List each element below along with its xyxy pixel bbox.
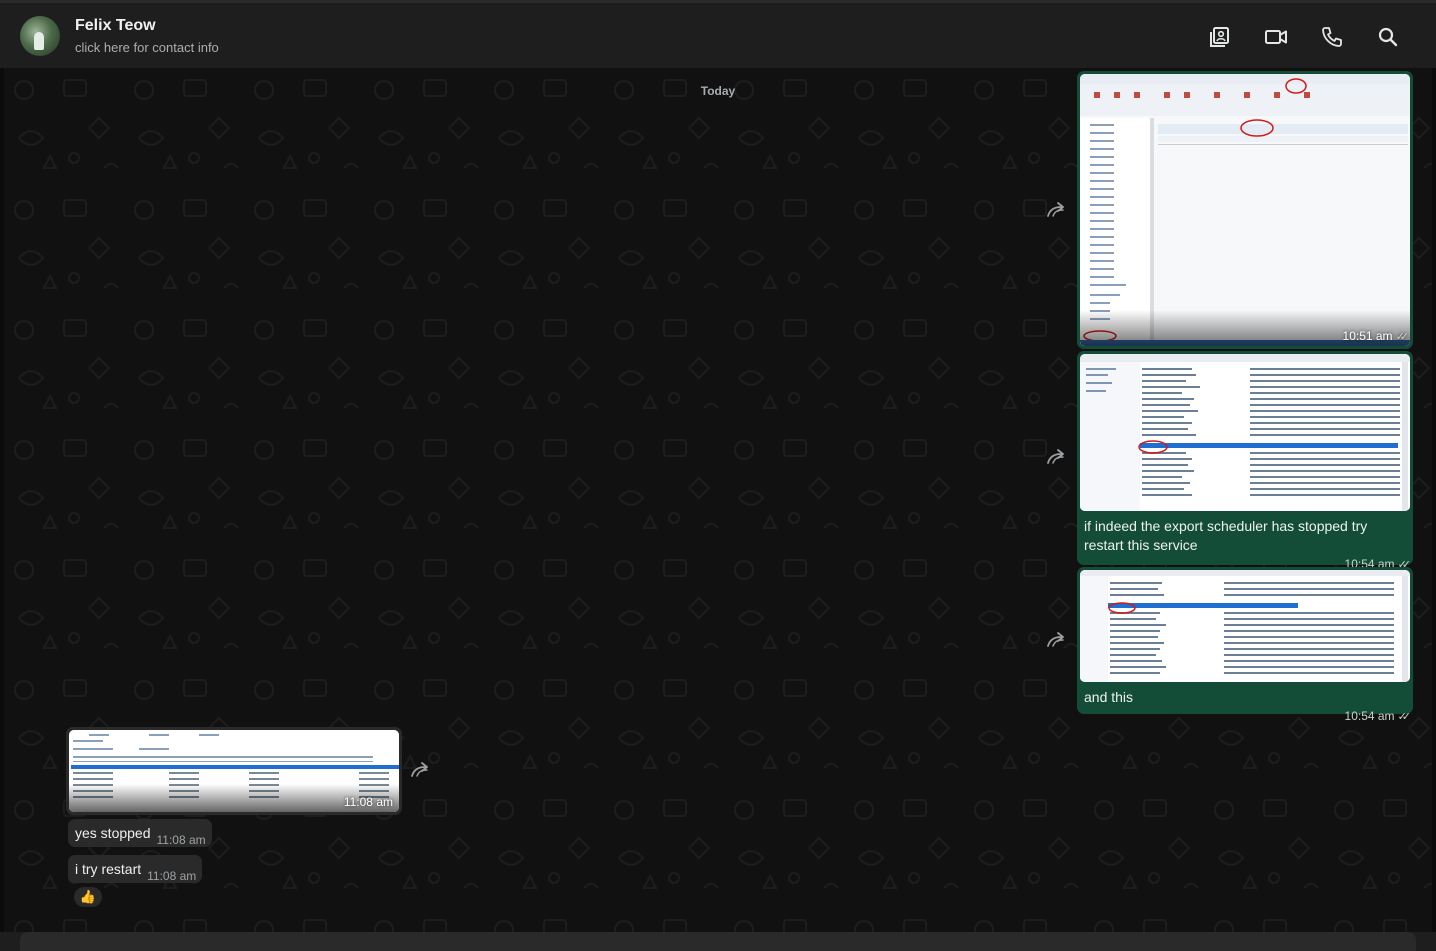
incoming-text-message[interactable]: yes stopped 11:08 am <box>68 819 212 847</box>
forward-icon[interactable] <box>410 762 432 778</box>
reaction-badge[interactable]: 👍 <box>74 887 102 907</box>
chat-header: Felix Teow click here for contact info <box>0 0 1436 68</box>
message-caption: and this <box>1084 689 1134 705</box>
message-time: 10:54 am ✓✓ <box>1344 709 1412 723</box>
outgoing-image-message[interactable]: 10:51 am ✓✓ <box>1077 71 1413 349</box>
message-caption: if indeed the export scheduler has stopp… <box>1084 518 1368 553</box>
contact-info-link[interactable]: click here for contact info <box>75 40 219 55</box>
forward-icon[interactable] <box>1046 632 1068 648</box>
video-call-icon[interactable] <box>1264 25 1288 49</box>
contact-name[interactable]: Felix Teow <box>75 17 156 35</box>
image-thumbnail[interactable]: 11:08 am <box>69 730 399 812</box>
contact-avatar[interactable] <box>20 16 60 56</box>
gallery-icon[interactable] <box>1208 25 1232 49</box>
incoming-text-message[interactable]: i try restart 11:08 am <box>68 855 203 883</box>
forward-icon[interactable] <box>1046 202 1068 218</box>
message-text: i try restart <box>75 861 142 877</box>
composer-area <box>0 932 1436 951</box>
date-divider: Today <box>700 84 736 98</box>
message-time: 11:08 am <box>343 795 393 809</box>
image-thumbnail[interactable] <box>1080 570 1410 682</box>
message-time: 10:51 am ✓✓ <box>1342 329 1410 343</box>
message-text: yes stopped <box>75 825 151 841</box>
phone-icon[interactable] <box>1320 25 1344 49</box>
search-icon[interactable] <box>1376 25 1400 49</box>
read-receipt-icon: ✓✓ <box>1395 331 1410 343</box>
incoming-image-message[interactable]: 11:08 am <box>66 727 402 815</box>
forward-icon[interactable] <box>1046 449 1068 465</box>
image-thumbnail[interactable] <box>1080 354 1410 511</box>
read-receipt-icon: ✓✓ <box>1397 711 1412 723</box>
message-time: 11:08 am <box>147 869 197 883</box>
outgoing-image-message[interactable]: and this 10:54 am ✓✓ <box>1077 567 1413 723</box>
message-composer[interactable] <box>20 932 1416 951</box>
image-thumbnail[interactable]: 10:51 am ✓✓ <box>1080 74 1410 346</box>
message-time: 11:08 am <box>156 833 206 847</box>
outgoing-image-message[interactable]: if indeed the export scheduler has stopp… <box>1077 351 1413 571</box>
